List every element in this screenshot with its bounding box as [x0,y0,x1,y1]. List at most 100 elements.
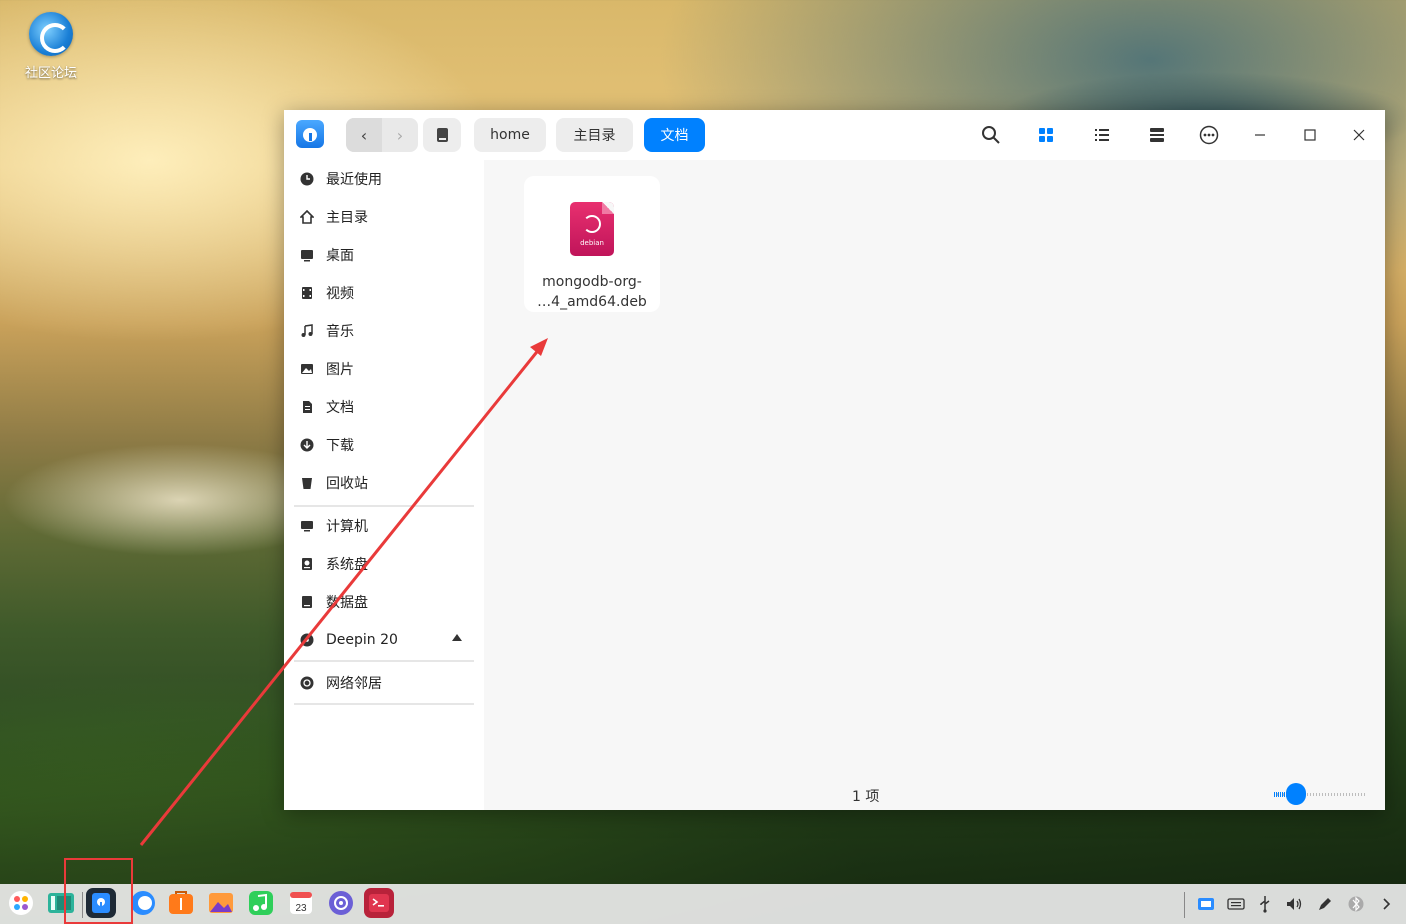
sidebar-item-computer[interactable]: 计算机 [300,511,368,541]
minimize-icon [1255,134,1265,136]
breadcrumb-documents[interactable]: 文档 [644,118,705,152]
calendar-icon: 23 [290,892,312,914]
deepin-forum-icon [29,12,73,56]
data-disk-icon [300,595,314,609]
sidebar-item-recent[interactable]: 最近使用 [300,164,382,194]
forward-button[interactable]: › [382,118,418,152]
computer-icon [300,519,314,533]
more-icon [1199,125,1219,145]
list-view-button[interactable] [1089,122,1115,148]
app-store-button[interactable] [166,888,196,918]
file-manager-logo-icon [296,120,324,148]
sidebar-divider [294,505,474,507]
search-icon [982,126,1000,144]
home-icon [300,210,314,224]
system-disk-icon [300,557,314,571]
search-button[interactable] [978,122,1004,148]
sidebar-item-label: 最近使用 [326,172,382,188]
file-item[interactable]: debian mongodb-org- …4_amd64.deb [524,176,660,312]
sidebar-item-label: Deepin 20 [326,632,398,648]
music-note-icon [300,324,314,338]
close-icon [1353,129,1365,141]
eject-icon[interactable] [452,634,462,641]
maximize-button[interactable] [1297,122,1323,148]
terminal-button[interactable] [364,888,394,918]
file-manager-window: ‹ › home 主目录 文档 最近使用 主目录 桌面 视频 音乐 图片 文档 … [284,110,1385,810]
sidebar-item-downloads[interactable]: 下载 [300,430,354,460]
sidebar: 最近使用 主目录 桌面 视频 音乐 图片 文档 下载 回收站 计算机 系统盘 数… [284,160,484,810]
list-view-icon [1095,129,1109,141]
document-icon [300,400,314,414]
settings-button[interactable] [326,888,356,918]
trash-icon [300,476,314,490]
screenshot-tray-button[interactable] [1196,894,1216,914]
sidebar-divider [294,703,474,705]
item-count: 1 项 [852,789,880,805]
bluetooth-tray-button[interactable] [1346,894,1366,914]
sidebar-item-home[interactable]: 主目录 [300,202,368,232]
bluetooth-icon [1348,896,1364,912]
disk-icon [436,128,448,142]
dock: 23 [0,884,1406,924]
calendar-button[interactable]: 23 [286,888,316,918]
minimize-button[interactable] [1247,122,1273,148]
sidebar-item-data-disk[interactable]: 数据盘 [300,587,368,617]
annotation-highlight-box [64,858,133,924]
breadcrumb-home[interactable]: home [474,118,546,152]
pen-tray-button[interactable] [1315,894,1335,914]
close-button[interactable] [1346,122,1372,148]
icon-view-button[interactable] [1033,122,1059,148]
launcher-button[interactable] [6,888,36,918]
keyboard-tray-button[interactable] [1226,894,1246,914]
sidebar-item-pictures[interactable]: 图片 [300,354,354,384]
sidebar-item-documents[interactable]: 文档 [300,392,354,422]
usb-tray-button[interactable] [1255,894,1275,914]
file-name-line1: mongodb-org- [542,274,642,290]
image-viewer-icon [209,893,233,913]
usb-icon [1260,896,1270,913]
keyboard-icon [1227,898,1245,910]
titlebar: ‹ › home 主目录 文档 [284,110,1385,160]
chevron-left-icon: ‹ [360,125,368,145]
sidebar-item-music[interactable]: 音乐 [300,316,354,346]
tray-expand-button[interactable] [1376,894,1396,914]
calendar-day: 23 [295,903,307,914]
sidebar-item-label: 桌面 [326,248,354,264]
desktop-icon-forum[interactable]: 社区论坛 [18,12,84,81]
back-button[interactable]: ‹ [346,118,382,152]
music-player-button[interactable] [246,888,276,918]
sidebar-item-label: 网络邻居 [326,676,382,692]
grid-view-icon [1039,128,1053,142]
screenshot-icon [1198,898,1214,910]
sidebar-item-trash[interactable]: 回收站 [300,468,368,498]
terminal-icon [369,894,389,912]
sidebar-item-label: 系统盘 [326,557,368,573]
sidebar-item-label: 数据盘 [326,595,368,611]
debian-icon-text: debian [580,239,604,247]
sidebar-item-network[interactable]: 网络邻居 [300,668,382,698]
volume-tray-button[interactable] [1284,894,1304,914]
sidebar-item-deepin20[interactable]: Deepin 20 [300,625,398,655]
sidebar-item-label: 回收站 [326,476,368,492]
sidebar-item-label: 计算机 [326,519,368,535]
breadcrumb-disk[interactable] [423,118,461,152]
image-viewer-button[interactable] [206,888,236,918]
chevron-right-icon: › [396,125,404,145]
download-icon [300,438,314,452]
launcher-icon [9,891,33,915]
detail-view-button[interactable] [1144,122,1170,148]
desktop-icon [300,248,314,262]
sidebar-item-system-disk[interactable]: 系统盘 [300,549,368,579]
desktop-icon-label: 社区论坛 [24,66,77,81]
music-player-icon [249,891,273,915]
more-menu-button[interactable] [1196,122,1222,148]
sidebar-item-desktop[interactable]: 桌面 [300,240,354,270]
app-store-icon [169,891,193,914]
debian-package-icon: debian [570,202,614,256]
settings-gear-icon [329,891,353,915]
breadcrumb-main-dir[interactable]: 主目录 [556,118,633,152]
icon-size-slider-handle[interactable] [1286,783,1306,805]
dock-separator [1184,892,1185,918]
sidebar-item-videos[interactable]: 视频 [300,278,354,308]
file-name-line2: …4_amd64.deb [537,294,647,310]
